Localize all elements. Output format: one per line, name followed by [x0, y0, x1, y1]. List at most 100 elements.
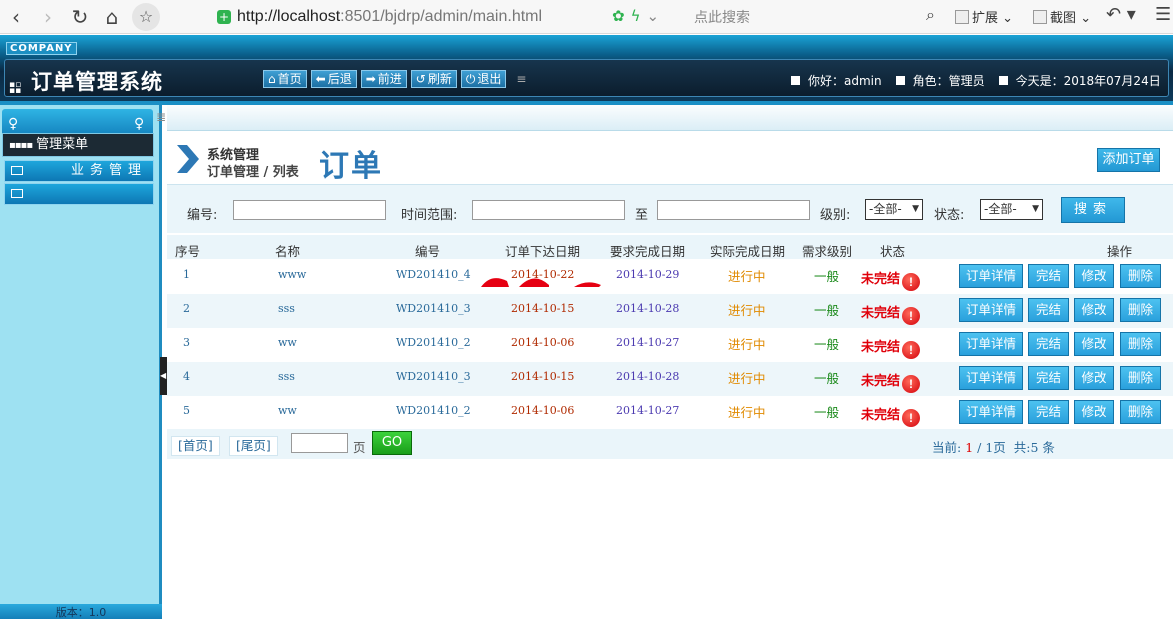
forward-arrow-icon[interactable]: ›	[32, 1, 64, 33]
row-actual-status: 进行中	[728, 304, 766, 318]
order-detail-button[interactable]: 订单详情	[959, 298, 1023, 322]
refresh-circle-icon[interactable]: ✿	[612, 7, 625, 25]
edit-button[interactable]: 修改	[1074, 366, 1114, 390]
order-detail-button[interactable]: 订单详情	[959, 264, 1023, 288]
column-header: 订单下达日期	[505, 244, 581, 259]
browser-search-input[interactable]: 点此搜索	[694, 7, 750, 27]
order-detail-button[interactable]: 订单详情	[959, 400, 1023, 424]
row-level: 一般	[814, 406, 840, 420]
column-header: 状态	[880, 244, 906, 259]
delete-button[interactable]: 删除	[1120, 264, 1161, 288]
header-toolbar: ⌂ 首页 ⬅ 后退 ➡ 前进 ↺ 刷新 ⏻ 退出 ≡	[263, 70, 526, 88]
dots-icon: ▪▫ ▪▪	[9, 80, 22, 96]
table-row: 4 sss WD201410_3 2014-10-15 2014-10-28 进行中 一般 未…	[167, 362, 1173, 396]
order-detail-button[interactable]: 订单详情	[959, 366, 1023, 390]
table-row: 2 sss WD201410_3 2014-10-15 2014-10-28 进行中 一般 未…	[167, 294, 1173, 328]
row-status: 未完结!	[861, 336, 921, 359]
first-page-link[interactable]: [首页]	[171, 436, 220, 456]
row-number: 2	[183, 302, 190, 315]
row-level: 一般	[814, 304, 840, 318]
delete-button[interactable]: 删除	[1120, 332, 1161, 356]
row-number: 3	[183, 336, 190, 349]
chevron-down-icon[interactable]: ⌄	[646, 7, 659, 25]
delete-button[interactable]: 删除	[1120, 366, 1161, 390]
forward-button[interactable]: ➡ 前进	[360, 70, 407, 88]
page-number-input[interactable]	[291, 433, 348, 453]
edit-button[interactable]: 修改	[1074, 298, 1114, 322]
grip-icon: ≡	[516, 72, 527, 86]
start-date-input[interactable]	[472, 200, 625, 220]
grip-icon: ≣	[156, 110, 167, 124]
finish-button[interactable]: 完结	[1028, 264, 1069, 288]
company-logo: COMPANY	[6, 42, 77, 55]
row-level: 一般	[814, 372, 840, 386]
add-order-button[interactable]: 添加订单	[1097, 148, 1160, 172]
level-select[interactable]: -全部- ▼	[865, 199, 923, 220]
row-number: 4	[183, 370, 190, 383]
search-button[interactable]: 搜索	[1061, 197, 1125, 223]
breadcrumb: 订单管理 / 列表	[207, 165, 299, 180]
bullet-icon	[791, 76, 800, 85]
finish-button[interactable]: 完结	[1028, 400, 1069, 424]
page-info: 当前: 1 / 1页 共:5 条	[932, 440, 1055, 455]
code-input[interactable]	[233, 200, 386, 220]
chevron-right-icon	[177, 145, 199, 173]
edit-button[interactable]: 修改	[1074, 332, 1114, 356]
level-label: 级别:	[820, 208, 851, 223]
sidebar-item-empty[interactable]	[4, 183, 154, 205]
delete-button[interactable]: 删除	[1120, 298, 1161, 322]
row-level: 一般	[814, 270, 840, 284]
bullet-icon	[998, 76, 1008, 85]
edit-button[interactable]: 修改	[1074, 264, 1114, 288]
order-detail-button[interactable]: 订单详情	[959, 332, 1023, 356]
scissors-icon	[1033, 10, 1048, 24]
warning-icon: !	[902, 307, 921, 325]
lightning-icon[interactable]: ϟ	[631, 7, 641, 25]
row-code: WD201410_3	[396, 370, 471, 383]
row-status: 未完结!	[861, 302, 921, 325]
sidebar-item-business[interactable]: 业务管理	[4, 160, 154, 182]
code-label: 编号:	[187, 208, 218, 223]
user-info: 你好：admin 角色：管理员 今天是：2018年07月24日	[791, 72, 1161, 89]
reload-icon[interactable]: ↻	[64, 1, 96, 33]
back-arrow-icon[interactable]: ‹	[0, 1, 32, 33]
home-button[interactable]: ⌂ 首页	[263, 70, 307, 88]
row-actual-status: 进行中	[728, 270, 766, 284]
finish-button[interactable]: 完结	[1028, 332, 1069, 356]
hamburger-menu-icon[interactable]: ☰	[1155, 4, 1171, 25]
address-bar[interactable]: + http://localhost:8501/bjdrp/admin/main…	[207, 4, 677, 30]
table-row: 5 ww WD201410_2 2014-10-06 2014-10-27 进行中 一般 未完…	[167, 396, 1173, 430]
back-button[interactable]: ⬅ 后退	[310, 70, 357, 88]
power-icon: ⏻	[465, 72, 476, 86]
search-icon[interactable]: ⌕	[926, 5, 935, 25]
row-order-date: 2014-10-06	[511, 404, 575, 417]
extensions-icon	[955, 10, 969, 24]
row-number: 1	[183, 268, 190, 281]
extensions-button[interactable]: 扩展 ⌄	[955, 7, 1013, 26]
edit-button[interactable]: 修改	[1074, 400, 1114, 424]
finish-button[interactable]: 完结	[1028, 366, 1069, 390]
screenshot-button[interactable]: 截图 ⌄	[1033, 7, 1091, 26]
row-code: WD201410_4	[396, 268, 471, 281]
logout-button[interactable]: ⏻ 退出	[460, 70, 507, 88]
finish-button[interactable]: 完结	[1028, 298, 1069, 322]
last-page-link[interactable]: [尾页]	[229, 436, 278, 456]
home-icon[interactable]: ⌂	[96, 1, 128, 33]
arrow-left-icon: ⬅	[315, 72, 326, 86]
status-select[interactable]: -全部- ▼	[980, 199, 1043, 220]
sidebar-collapse-handle[interactable]: ◀	[160, 357, 167, 395]
row-code: WD201410_2	[396, 336, 471, 349]
column-header: 要求完成日期	[610, 244, 686, 259]
row-name: ww	[278, 336, 297, 349]
refresh-button[interactable]: ↺ 刷新	[410, 70, 457, 88]
row-name: www	[278, 268, 307, 281]
undo-icon[interactable]: ↶ ▾	[1106, 4, 1136, 25]
warning-icon: !	[902, 375, 921, 393]
delete-button[interactable]: 删除	[1120, 400, 1161, 424]
go-button[interactable]: GO	[372, 431, 412, 455]
row-number: 5	[183, 404, 190, 417]
end-date-input[interactable]	[657, 200, 810, 220]
dropdown-arrow-icon: ▼	[912, 204, 919, 214]
bookmark-star-icon[interactable]: ☆	[132, 2, 160, 31]
row-level: 一般	[814, 338, 840, 352]
